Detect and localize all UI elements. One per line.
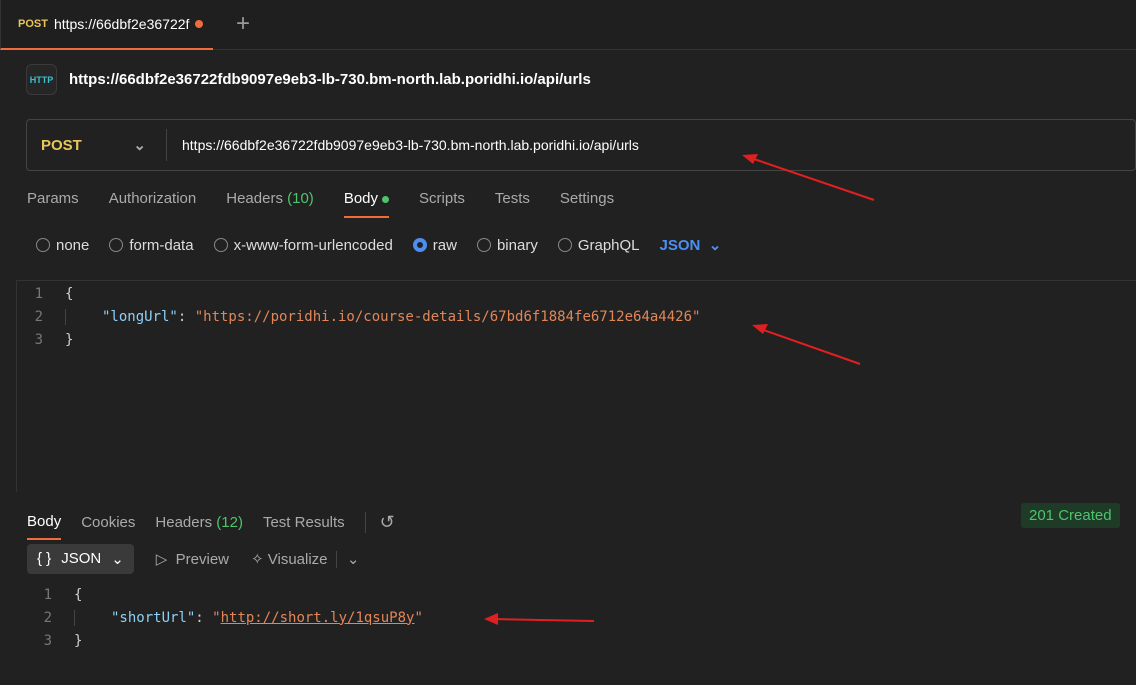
- url-input[interactable]: https://66dbf2e36722fdb9097e9eb3-lb-730.…: [167, 137, 639, 153]
- tab-title: https://66dbf2e36722f: [53, 16, 190, 32]
- headers-label: Headers: [226, 190, 283, 207]
- visualize-button[interactable]: ✧ Visualize ⌄: [251, 550, 360, 568]
- tab-response-headers[interactable]: Headers (12): [155, 514, 243, 531]
- annotation-arrow: [752, 324, 861, 365]
- response-format-select[interactable]: { } JSON ⌄: [27, 544, 134, 574]
- tab-params[interactable]: Params: [27, 190, 79, 218]
- new-tab-button[interactable]: +: [236, 10, 250, 38]
- unsaved-dot-icon: [195, 20, 204, 28]
- preview-button[interactable]: ▷ Preview: [156, 550, 229, 568]
- tab-scripts[interactable]: Scripts: [419, 190, 465, 218]
- status-badge: 201 Created: [1021, 503, 1120, 528]
- response-tabs: Body Cookies Headers (12) Test Results ↺: [27, 504, 395, 540]
- brace: }: [65, 331, 74, 348]
- request-name[interactable]: https://66dbf2e36722fdb9097e9eb3-lb-730.…: [69, 71, 591, 88]
- tab-tests[interactable]: Tests: [495, 190, 530, 218]
- radio-none[interactable]: none: [36, 237, 89, 254]
- annotation-arrow: [742, 154, 875, 201]
- body-type-options: none form-data x-www-form-urlencoded raw…: [36, 236, 721, 254]
- tab-authorization[interactable]: Authorization: [109, 190, 197, 218]
- method-value: POST: [41, 136, 82, 154]
- braces-icon: { }: [37, 550, 52, 567]
- annotation-arrow: [484, 613, 595, 625]
- request-tabs: Params Authorization Headers (10) Body S…: [27, 190, 614, 218]
- tab-settings[interactable]: Settings: [560, 190, 614, 218]
- tab-test-results[interactable]: Test Results: [263, 514, 345, 531]
- request-title: HTTP https://66dbf2e36722fdb9097e9eb3-lb…: [26, 64, 591, 95]
- radio-urlencoded[interactable]: x-www-form-urlencoded: [213, 237, 393, 254]
- tab-bar: POST https://66dbf2e36722f +: [0, 0, 1136, 50]
- chevron-down-icon: ⌄: [133, 137, 146, 154]
- brace: {: [65, 285, 74, 302]
- method-select[interactable]: POST ⌄: [27, 129, 167, 161]
- response-body-viewer[interactable]: 1{ 2 "shortUrl": "http://short.ly/1qsuP8y…: [26, 583, 423, 652]
- radio-raw[interactable]: raw: [412, 237, 457, 254]
- radio-binary[interactable]: binary: [476, 237, 538, 254]
- tab-cookies[interactable]: Cookies: [81, 514, 135, 531]
- short-url-link[interactable]: http://short.ly/1qsuP8y: [221, 610, 415, 626]
- http-icon: HTTP: [26, 64, 57, 95]
- radio-graphql[interactable]: GraphQL: [557, 237, 640, 254]
- url-bar: POST ⌄ https://66dbf2e36722fdb9097e9eb3-l…: [26, 119, 1136, 171]
- format-select[interactable]: JSON ⌄: [660, 236, 722, 254]
- json-key: "longUrl": [102, 308, 178, 325]
- body-label: Body: [343, 190, 379, 207]
- radio-form-data[interactable]: form-data: [109, 237, 194, 254]
- history-icon[interactable]: ↺: [364, 511, 395, 533]
- tab-body[interactable]: Body: [343, 190, 390, 218]
- tab-headers[interactable]: Headers (10): [226, 190, 314, 218]
- headers-count: (10): [287, 190, 314, 207]
- request-tab[interactable]: POST https://66dbf2e36722f: [0, 0, 213, 50]
- active-dot-icon: [382, 195, 390, 203]
- tab-method: POST: [18, 18, 48, 30]
- tab-response-body[interactable]: Body: [27, 513, 62, 540]
- request-body-editor[interactable]: 1{ 2 "longUrl": "https://poridhi.io/cours…: [16, 280, 1136, 492]
- json-value: "https://poridhi.io/course-details/67bd6…: [194, 308, 701, 325]
- response-toolbar: { } JSON ⌄ ▷ Preview ✧ Visualize ⌄: [27, 544, 360, 574]
